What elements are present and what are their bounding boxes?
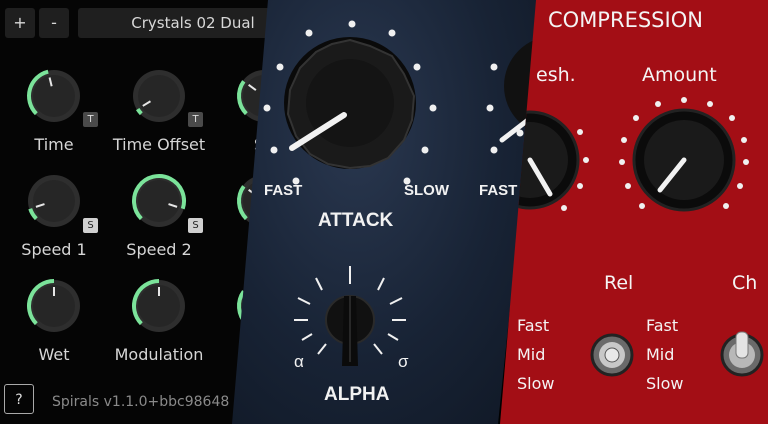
- attack-knob: [284, 37, 416, 170]
- knob-modifier-badge[interactable]: S: [83, 218, 98, 233]
- knob-modifier-badge[interactable]: T: [188, 112, 203, 127]
- sigma-symbol: σ: [398, 352, 409, 371]
- knob-modifier-badge[interactable]: T: [83, 112, 98, 127]
- release-switch: [590, 333, 634, 377]
- compression-panel: COMPRESSION esh. Amount Rel Ch Fast Mid …: [500, 0, 768, 424]
- knob-dial[interactable]: [131, 278, 187, 334]
- attack-slow-label: SLOW: [404, 182, 449, 199]
- knob-dial[interactable]: [131, 173, 187, 229]
- alpha-knob: [325, 295, 375, 366]
- release-option[interactable]: Fast: [646, 316, 678, 335]
- knob-label: Time Offset: [112, 135, 206, 154]
- attack-fast-label: FAST: [264, 182, 303, 199]
- attack-label: ATTACK: [318, 210, 394, 231]
- alpha-symbol: α: [294, 352, 304, 371]
- knob-label: Speed 1: [21, 240, 87, 259]
- channel-toggle-switch: [720, 331, 764, 377]
- knob-label: Wet: [38, 345, 70, 364]
- release-option[interactable]: Fast: [517, 316, 549, 335]
- remove-preset-button[interactable]: -: [39, 8, 69, 38]
- knob-label: Modulation: [114, 345, 204, 364]
- knob-modifier-badge[interactable]: S: [188, 218, 203, 233]
- release-option[interactable]: Slow: [646, 374, 683, 393]
- second-fast-label: FAST: [479, 182, 518, 199]
- knob-label: Speed 2: [126, 240, 192, 259]
- release-option[interactable]: Slow: [517, 374, 554, 393]
- amount-knob: [619, 97, 749, 212]
- attack-panel: FAST SLOW ATTACK FAST α σ ALPHA: [232, 0, 542, 424]
- knob-dial[interactable]: [131, 68, 187, 124]
- release-option[interactable]: Mid: [646, 345, 674, 364]
- version-label: Spirals v1.1.0+bbc98648: [52, 394, 230, 410]
- knob-dial[interactable]: [26, 68, 82, 124]
- knob-label: Time: [34, 135, 74, 154]
- alpha-label: ALPHA: [324, 384, 390, 405]
- knob-dial[interactable]: [26, 278, 82, 334]
- release-option[interactable]: Mid: [517, 345, 545, 364]
- help-button[interactable]: ?: [4, 384, 34, 414]
- knob-dial[interactable]: [26, 173, 82, 229]
- add-preset-button[interactable]: +: [5, 8, 35, 38]
